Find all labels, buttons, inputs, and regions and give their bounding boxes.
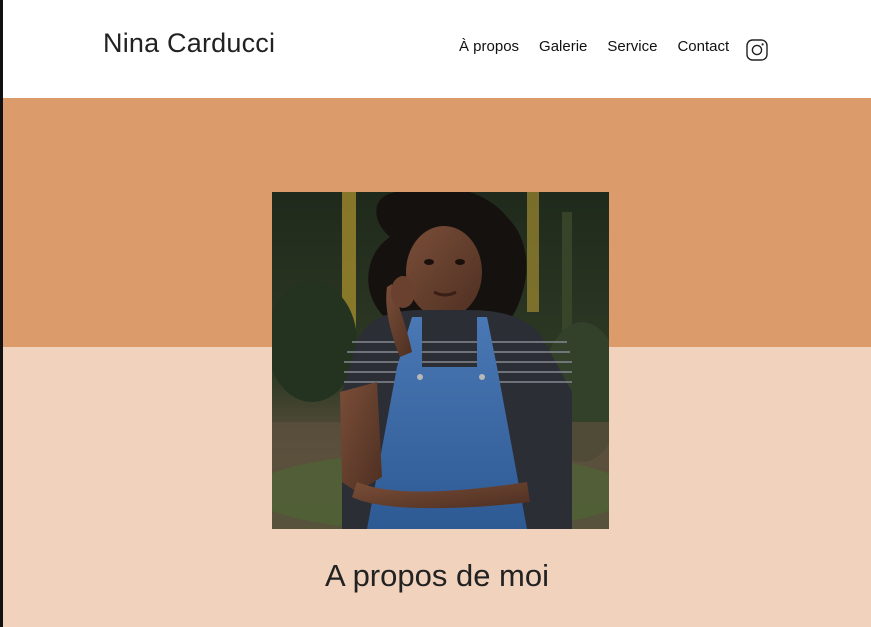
nav-link-contact[interactable]: Contact: [677, 38, 729, 55]
site-title[interactable]: Nina Carducci: [103, 28, 275, 59]
page: Nina Carducci À propos Galerie Service C…: [0, 0, 871, 627]
instagram-icon[interactable]: [746, 39, 768, 61]
nav-link-galerie[interactable]: Galerie: [539, 38, 587, 55]
main-nav: À propos Galerie Service Contact: [459, 38, 749, 55]
about-section-title: A propos de moi: [324, 558, 550, 593]
site-header: Nina Carducci À propos Galerie Service C…: [3, 0, 871, 98]
nav-link-a-propos[interactable]: À propos: [459, 38, 519, 55]
portrait-photo: [272, 192, 609, 529]
nav-link-service[interactable]: Service: [607, 38, 657, 55]
